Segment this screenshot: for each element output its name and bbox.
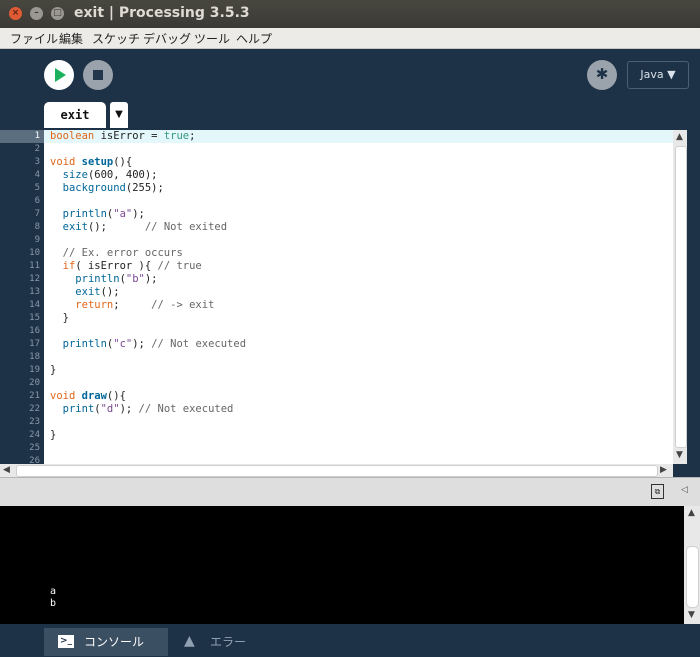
- line-number: 21: [29, 391, 40, 401]
- menu-help[interactable]: ヘルプ: [236, 30, 272, 47]
- code-line[interactable]: size(600, 400);: [50, 169, 158, 182]
- scrollbar-thumb[interactable]: [16, 465, 658, 477]
- code-line[interactable]: boolean isError = true;: [50, 130, 195, 143]
- line-number: 4: [34, 170, 40, 180]
- line-number: 1: [34, 131, 40, 141]
- tab-menu-button[interactable]: ▼: [110, 102, 128, 128]
- code-line[interactable]: }: [50, 312, 69, 325]
- line-number: 12: [29, 274, 40, 284]
- code-line[interactable]: println("c"); // Not executed: [50, 338, 246, 351]
- scroll-up-icon[interactable]: ▲: [676, 132, 683, 142]
- code-line[interactable]: if( isError ){ // true: [50, 260, 202, 273]
- line-number: 15: [29, 313, 40, 323]
- line-number: 25: [29, 443, 40, 453]
- butterfly-icon: ✱: [595, 65, 609, 83]
- code-editor[interactable]: boolean isError = true; void setup(){ siz…: [44, 130, 673, 464]
- line-number: 10: [29, 248, 40, 258]
- window-maximize-button[interactable]: □: [51, 7, 64, 20]
- line-number: 23: [29, 417, 40, 427]
- line-number: 24: [29, 430, 40, 440]
- line-number: 7: [34, 209, 40, 219]
- window-minimize-button[interactable]: –: [30, 7, 43, 20]
- line-number: 22: [29, 404, 40, 414]
- scroll-right-icon[interactable]: ▶: [660, 465, 667, 475]
- line-number: 11: [29, 261, 40, 271]
- collapse-console-icon[interactable]: ◁: [681, 485, 688, 495]
- line-number: 14: [29, 300, 40, 310]
- line-number: 18: [29, 352, 40, 362]
- console-line: a: [50, 586, 57, 597]
- menu-edit[interactable]: 編集: [59, 30, 83, 47]
- scroll-up-icon[interactable]: ▲: [688, 508, 695, 518]
- line-number: 17: [29, 339, 40, 349]
- menu-file[interactable]: ファイル: [10, 30, 58, 47]
- code-line[interactable]: exit(); // Not exited: [50, 221, 227, 234]
- line-number: 9: [34, 235, 40, 245]
- console-output: a b: [0, 506, 684, 624]
- debug-button[interactable]: ✱: [587, 60, 617, 90]
- tab-console-label: コンソール: [84, 635, 145, 649]
- line-number: 5: [34, 183, 40, 193]
- scrollbar-thumb[interactable]: [675, 146, 687, 448]
- mode-selector[interactable]: Java ▼: [627, 61, 689, 89]
- tab-exit[interactable]: exit: [44, 102, 106, 128]
- menu-tools[interactable]: ツール: [194, 30, 230, 47]
- code-line[interactable]: exit();: [50, 286, 119, 299]
- editor-vertical-scrollbar[interactable]: ▲ ▼: [673, 130, 687, 464]
- tab-console[interactable]: >_ コンソール: [44, 628, 168, 656]
- editor-horizontal-scrollbar[interactable]: ◀ ▶: [0, 464, 673, 477]
- line-number: 3: [34, 157, 40, 167]
- line-number: 2: [34, 144, 40, 154]
- code-line[interactable]: void setup(){: [50, 156, 132, 169]
- run-button[interactable]: [44, 60, 74, 90]
- window-title: exit | Processing 3.5.3: [74, 5, 250, 21]
- line-number: 6: [34, 196, 40, 206]
- console-line: b: [50, 598, 57, 609]
- line-number: 19: [29, 365, 40, 375]
- code-line[interactable]: return; // -> exit: [50, 299, 214, 312]
- code-line[interactable]: // Ex. error occurs: [50, 247, 183, 260]
- line-number: 26: [29, 456, 40, 464]
- console-icon: >_: [58, 635, 74, 648]
- menu-debug[interactable]: デバッグ: [143, 30, 191, 47]
- scroll-down-icon[interactable]: ▼: [676, 450, 683, 460]
- tab-errors-label: エラー: [210, 635, 247, 649]
- warning-icon: ▲: [184, 633, 195, 649]
- line-number: 13: [29, 287, 40, 297]
- menu-bar: ファイル 編集 スケッチ デバッグ ツール ヘルプ: [0, 28, 700, 49]
- stop-button[interactable]: [83, 60, 113, 90]
- line-number: 16: [29, 326, 40, 336]
- code-line[interactable]: println("b");: [50, 273, 157, 286]
- line-number: 8: [34, 222, 40, 232]
- tab-errors[interactable]: ▲ エラー: [170, 628, 270, 656]
- console-splitter[interactable]: [0, 477, 700, 507]
- line-number: 20: [29, 378, 40, 388]
- scroll-down-icon[interactable]: ▼: [688, 610, 695, 620]
- code-line[interactable]: println("a");: [50, 208, 145, 221]
- line-number-gutter: 1 2 3 4 5 6 7 8 9 10 11 12 13 14 15 16 1…: [0, 130, 44, 464]
- code-line[interactable]: background(255);: [50, 182, 164, 195]
- code-line[interactable]: void draw(){: [50, 390, 126, 403]
- scroll-left-icon[interactable]: ◀: [3, 465, 10, 475]
- copy-console-icon[interactable]: ⧉: [651, 484, 664, 499]
- console-scrollbar[interactable]: ▲ ▼: [684, 506, 700, 624]
- scrollbar-thumb[interactable]: [686, 546, 699, 608]
- menu-sketch[interactable]: スケッチ: [92, 30, 140, 47]
- code-line[interactable]: }: [50, 364, 56, 377]
- window-close-button[interactable]: ×: [9, 7, 22, 20]
- code-line[interactable]: }: [50, 429, 56, 442]
- code-line[interactable]: print("d"); // Not executed: [50, 403, 234, 416]
